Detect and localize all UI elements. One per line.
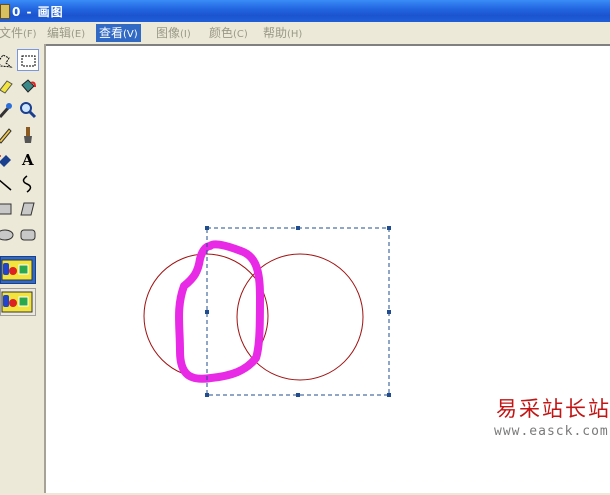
watermark-chinese-text: 易采站长站 xyxy=(496,397,610,421)
left-circle xyxy=(143,253,269,379)
selection-handle xyxy=(296,226,300,230)
free-form-select-icon[interactable] xyxy=(0,50,16,72)
text-icon[interactable]: A xyxy=(17,148,39,170)
site-watermark: 易采站长站 www.easck.com xyxy=(450,393,610,448)
airbrush-icon[interactable] xyxy=(0,148,16,170)
paint-app-icon xyxy=(0,4,10,19)
eraser-icon[interactable] xyxy=(0,75,16,97)
selection-handle xyxy=(205,393,209,397)
menu-image[interactable]: 图像(I) xyxy=(153,24,194,42)
magenta-freehand-stroke xyxy=(175,240,264,383)
rounded-rectangle-icon[interactable] xyxy=(17,224,39,246)
ellipse-icon[interactable] xyxy=(0,224,16,246)
selection-handle xyxy=(387,310,391,314)
menu-bar: 文件(F) 编辑(E) 查看(V) 图像(I) 颜色(C) 帮助(H) xyxy=(0,22,610,44)
fill-bucket-icon[interactable] xyxy=(17,75,39,97)
polygon-icon[interactable] xyxy=(17,198,39,220)
transparent-selection-option-icon xyxy=(1,291,33,313)
brush-icon[interactable] xyxy=(17,124,39,146)
svg-text:A: A xyxy=(21,151,34,169)
selection-handle xyxy=(205,226,209,230)
opaque-selection-option[interactable] xyxy=(0,256,36,284)
menu-edit[interactable]: 编辑(E) xyxy=(44,24,88,42)
selection-handle xyxy=(205,310,209,314)
rectangle-icon[interactable] xyxy=(0,198,16,220)
opaque-selection-option-icon xyxy=(1,259,33,281)
rectangle-select-icon[interactable] xyxy=(17,49,39,71)
selection-handle xyxy=(296,393,300,397)
menu-view[interactable]: 查看(V) xyxy=(96,24,141,42)
menu-help[interactable]: 帮助(H) xyxy=(260,24,305,42)
line-icon[interactable] xyxy=(0,173,16,195)
title-bar: 0 - 画图 xyxy=(0,0,610,22)
selection-handle xyxy=(387,226,391,230)
watermark-url: www.easck.com xyxy=(494,424,609,439)
transparent-selection-option[interactable] xyxy=(0,288,36,316)
pencil-icon[interactable] xyxy=(0,124,16,146)
pick-color-icon[interactable] xyxy=(0,100,16,122)
curve-icon[interactable] xyxy=(17,173,39,195)
menu-colors[interactable]: 颜色(C) xyxy=(206,24,251,42)
menu-file[interactable]: 文件(F) xyxy=(0,24,40,42)
magnifier-icon[interactable] xyxy=(17,99,39,121)
window-title: 0 - 画图 xyxy=(12,5,64,19)
selection-handle xyxy=(387,393,391,397)
toolbox: A xyxy=(0,44,44,493)
